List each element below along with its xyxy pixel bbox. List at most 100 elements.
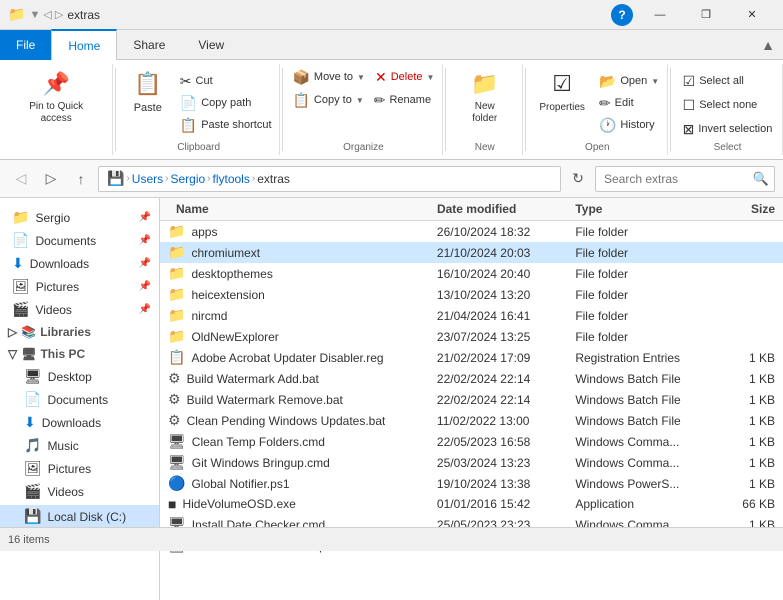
invert-selection-button[interactable]: ⊠ Invert selection — [679, 118, 777, 140]
nav-back-button[interactable]: ◁ — [8, 166, 34, 192]
maximize-button[interactable]: ❐ — [683, 0, 729, 30]
file-type-text: File folder — [575, 309, 704, 323]
sidebar-thispc-header[interactable]: ▽ 🖥 This PC — [0, 343, 159, 365]
tab-file[interactable]: File — [0, 30, 51, 60]
sidebar-item-sergio[interactable]: 📁 Sergio 📌 — [0, 206, 159, 229]
breadcrumb[interactable]: 💾 › Users › Sergio › flytools › extras — [98, 166, 561, 192]
file-date: 11/02/2022 13:00 — [437, 414, 575, 428]
move-to-button[interactable]: 📦 Move to ▼ — [288, 66, 369, 88]
moveto-dropdown-arrow: ▼ — [357, 73, 365, 82]
new-folder-icon: 📁 — [471, 70, 498, 99]
file-name-cell: 📁 heicextension — [160, 286, 437, 303]
edit-button[interactable]: ✏ Edit — [595, 92, 663, 114]
table-row[interactable]: 📁 desktopthemes 16/10/2024 20:40 File fo… — [160, 263, 783, 284]
file-name-text: chromiumext — [191, 246, 260, 260]
history-button[interactable]: 🕐 History — [595, 114, 663, 136]
rename-button[interactable]: ✏ Rename — [370, 89, 435, 111]
col-name-header[interactable]: Name — [160, 202, 437, 216]
pin-quickaccess-button[interactable]: 📌 Pin to Quick access — [6, 66, 106, 151]
select-none-button[interactable]: ☐ Select none — [679, 94, 777, 116]
sidebar-item-videos[interactable]: 🎬 Videos 📌 — [0, 298, 159, 321]
breadcrumb-sergio[interactable]: Sergio — [170, 172, 205, 186]
sidebar-item-pictures2[interactable]: 🖼 Pictures — [0, 457, 159, 480]
documents2-icon: 📄 — [24, 391, 41, 408]
file-type-icon: ⚙ — [168, 391, 181, 408]
cut-button[interactable]: ✂ Cut — [176, 70, 276, 92]
tab-home[interactable]: Home — [51, 29, 117, 60]
file-type-icon: 🖥 — [168, 454, 186, 471]
videos2-icon: 🎬 — [24, 483, 41, 500]
ribbon-group-select: ☑ Select all ☐ Select none ⊠ Invert sele… — [673, 64, 783, 155]
table-row[interactable]: 🔵 Global Notifier.ps1 19/10/2024 13:38 W… — [160, 473, 783, 494]
sidebar-item-localdisk[interactable]: 💾 Local Disk (C:) — [0, 505, 159, 528]
table-row[interactable]: 📋 Adobe Acrobat Updater Disabler.reg 21/… — [160, 347, 783, 368]
file-date: 23/07/2024 13:25 — [437, 330, 575, 344]
file-date: 21/04/2024 16:41 — [437, 309, 575, 323]
tab-view[interactable]: View — [182, 30, 241, 60]
file-size: 1 KB — [704, 393, 783, 407]
sidebar-item-downloads[interactable]: ⬇ Downloads 📌 — [0, 252, 159, 275]
sidebar-item-downloads2[interactable]: ⬇ Downloads — [0, 411, 159, 434]
pin-quickaccess-btn[interactable]: 📌 Pin to Quick access — [6, 66, 106, 129]
title-bar-left: 📁 ▼ ◁ ▷ extras — [8, 6, 100, 23]
refresh-button[interactable]: ↻ — [565, 166, 591, 192]
col-type-header[interactable]: Type — [575, 202, 704, 216]
file-type-icon: 📁 — [168, 328, 185, 345]
file-type-text: Windows Batch File — [575, 414, 704, 428]
table-row[interactable]: ■ HideVolumeOSD.exe 01/01/2016 15:42 App… — [160, 494, 783, 514]
title-bar: 📁 ▼ ◁ ▷ extras ? — ❐ ✕ — [0, 0, 783, 30]
breadcrumb-users[interactable]: Users — [132, 172, 163, 186]
open-button[interactable]: 📂 Open ▼ — [595, 70, 663, 92]
table-row[interactable]: ⚙ Build Watermark Add.bat 22/02/2024 22:… — [160, 368, 783, 389]
new-folder-button[interactable]: 📁 New folder — [454, 66, 516, 129]
sidebar-item-documents2[interactable]: 📄 Documents — [0, 388, 159, 411]
minimize-button[interactable]: — — [637, 0, 683, 30]
file-name-text: apps — [191, 225, 217, 239]
table-row[interactable]: 🖥 Git Windows Bringup.cmd 25/03/2024 13:… — [160, 452, 783, 473]
sidebar-item-music[interactable]: 🎵 Music — [0, 434, 159, 457]
folder-icon: 📁 — [12, 209, 29, 226]
table-row[interactable]: 🖥 Clean Temp Folders.cmd 22/05/2023 16:5… — [160, 431, 783, 452]
paste-button[interactable]: 📋 Paste — [122, 66, 174, 119]
table-row[interactable]: ⚙ Build Watermark Remove.bat 22/02/2024 … — [160, 389, 783, 410]
file-name-text: OldNewExplorer — [191, 330, 278, 344]
file-type-icon: 🔵 — [168, 475, 185, 492]
tab-share[interactable]: Share — [117, 30, 182, 60]
select-all-button[interactable]: ☑ Select all — [679, 70, 777, 92]
breadcrumb-flytools[interactable]: flytools — [213, 172, 250, 186]
help-button[interactable]: ? — [611, 4, 633, 26]
table-row[interactable]: 📁 apps 26/10/2024 18:32 File folder — [160, 221, 783, 242]
pin-indicator: 📌 — [139, 212, 151, 223]
close-button[interactable]: ✕ — [729, 0, 775, 30]
sidebar-item-documents[interactable]: 📄 Documents 📌 — [0, 229, 159, 252]
table-row[interactable]: ⚙ Clean Pending Windows Updates.bat 11/0… — [160, 410, 783, 431]
file-type-text: File folder — [575, 225, 704, 239]
desktop-icon: 🖥 — [24, 368, 42, 385]
copy-path-button[interactable]: 📄 Copy path — [176, 92, 276, 114]
file-type-text: Windows PowerS... — [575, 477, 704, 491]
select-all-icon: ☑ — [683, 73, 696, 90]
sidebar-libraries-header[interactable]: ▷ 📚 Libraries — [0, 321, 159, 343]
sidebar-item-pictures[interactable]: 🖼 Pictures 📌 — [0, 275, 159, 298]
copy-to-button[interactable]: 📋 Copy to ▼ — [288, 89, 367, 111]
file-type-text: File folder — [575, 330, 704, 344]
delete-button[interactable]: ✕ Delete ▼ — [371, 66, 438, 88]
sidebar-item-desktop[interactable]: 🖥 Desktop — [0, 365, 159, 388]
properties-button[interactable]: ☑ Properties — [531, 66, 593, 118]
paste-shortcut-button[interactable]: 📋 Paste shortcut — [176, 114, 276, 136]
ribbon-collapse-button[interactable]: ▲ — [761, 37, 775, 53]
thispc-icon: 🖥 — [21, 347, 36, 361]
ribbon-group-open: ☑ Properties 📂 Open ▼ ✏ Edit 🕐 History — [528, 64, 668, 155]
table-row[interactable]: 📁 heicextension 13/10/2024 13:20 File fo… — [160, 284, 783, 305]
delete-icon: ✕ — [375, 69, 387, 86]
search-input[interactable] — [595, 166, 775, 192]
table-row[interactable]: 📁 OldNewExplorer 23/07/2024 13:25 File f… — [160, 326, 783, 347]
nav-forward-button[interactable]: ▷ — [38, 166, 64, 192]
col-date-header[interactable]: Date modified — [437, 202, 575, 216]
table-row[interactable]: 📁 chromiumext 21/10/2024 20:03 File fold… — [160, 242, 783, 263]
col-size-header[interactable]: Size — [704, 202, 783, 216]
file-name-text: nircmd — [191, 309, 227, 323]
sidebar-item-videos2[interactable]: 🎬 Videos — [0, 480, 159, 503]
table-row[interactable]: 📁 nircmd 21/04/2024 16:41 File folder — [160, 305, 783, 326]
nav-up-button[interactable]: ↑ — [68, 166, 94, 192]
